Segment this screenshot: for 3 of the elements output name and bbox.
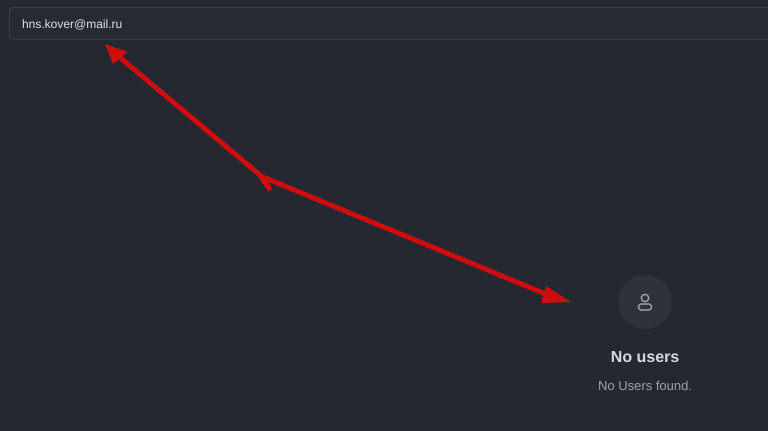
empty-message: No Users found. bbox=[598, 378, 692, 393]
empty-title: No users bbox=[610, 349, 680, 367]
search-field[interactable]: hns.kover@mail.ru bbox=[9, 7, 768, 40]
